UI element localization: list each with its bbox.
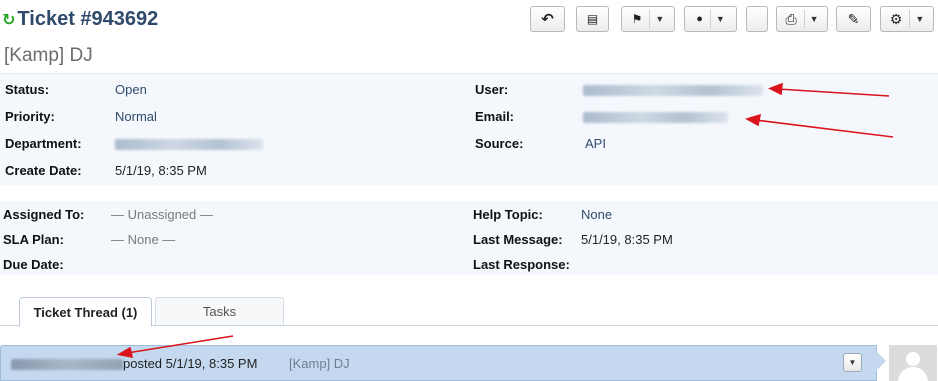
thread-subject: [Kamp] DJ: [289, 356, 350, 371]
chevron-down-icon: ▼: [809, 14, 819, 24]
priority-value: Normal: [115, 109, 157, 124]
status-label: Status:: [5, 82, 50, 97]
user-label: User:: [475, 82, 509, 97]
email-value-redacted[interactable]: [583, 112, 728, 123]
last-message-label: Last Message:: [473, 232, 563, 247]
create-date-value: 5/1/19, 8:35 PM: [115, 163, 207, 178]
blank-button[interactable]: [746, 6, 768, 32]
department-label: Department:: [5, 136, 82, 151]
refresh-icon[interactable]: ↻: [2, 12, 15, 29]
department-value-redacted: [115, 139, 263, 150]
help-topic-value[interactable]: None: [581, 207, 612, 222]
reply-icon: ↶: [541, 11, 554, 28]
reply-button[interactable]: ↶: [530, 6, 565, 32]
chevron-down-icon: ▼: [655, 14, 665, 24]
tab-tasks[interactable]: Tasks: [155, 297, 284, 325]
last-response-label: Last Response:: [473, 257, 570, 272]
thread-options-dropdown[interactable]: ▼: [843, 353, 862, 372]
thread-pointer: [876, 351, 886, 371]
edit-button[interactable]: ✎: [836, 6, 871, 32]
print-button[interactable]: ⎙ ▼: [776, 6, 828, 32]
last-message-value: 5/1/19, 8:35 PM: [581, 232, 673, 247]
gear-icon: ⚙: [889, 10, 903, 27]
thread-posted-text: posted 5/1/19, 8:35 PM: [123, 356, 258, 371]
user-icon: ●: [696, 13, 703, 25]
flag-icon: ⚑: [631, 12, 643, 26]
print-ticket-document-button[interactable]: ▤: [576, 6, 609, 32]
user-value-redacted[interactable]: [583, 85, 763, 96]
chevron-down-icon: ▼: [715, 14, 725, 24]
settings-button[interactable]: ⚙ ▼: [880, 6, 934, 32]
email-label: Email:: [475, 109, 515, 124]
priority-label: Priority:: [5, 109, 55, 124]
sla-plan-label: SLA Plan:: [3, 232, 64, 247]
source-value: API: [585, 136, 606, 151]
assigned-to-label: Assigned To:: [3, 207, 85, 222]
assigned-to-value[interactable]: — Unassigned —: [111, 207, 213, 222]
help-topic-label: Help Topic:: [473, 207, 543, 222]
create-date-label: Create Date:: [5, 163, 82, 178]
avatar: [889, 345, 937, 381]
ticket-title: ↻ Ticket #943692: [2, 8, 159, 30]
print-icon: ⎙: [785, 10, 797, 27]
status-value: Open: [115, 82, 147, 97]
source-label: Source:: [475, 136, 524, 151]
poster-name-redacted: [11, 359, 123, 370]
due-date-label: Due Date:: [3, 257, 64, 272]
document-icon: ▤: [586, 12, 599, 26]
sla-plan-value[interactable]: — None —: [111, 232, 175, 247]
edit-icon: ✎: [847, 10, 860, 27]
chevron-down-icon: ▼: [848, 358, 857, 367]
assign-user-button[interactable]: ● ▼: [684, 6, 737, 32]
tab-ticket-thread[interactable]: Ticket Thread (1): [19, 297, 152, 327]
chevron-down-icon: ▼: [915, 14, 925, 24]
ticket-subject: [Kamp] DJ: [4, 45, 93, 66]
flag-button[interactable]: ⚑ ▼: [621, 6, 675, 32]
